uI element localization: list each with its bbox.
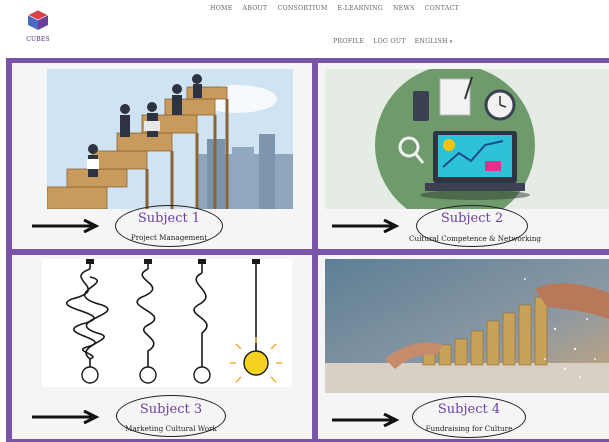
subjects-grid: Subject 1 Project Management Subject 2 C… [6,58,609,442]
coins-growth-photo [325,259,609,393]
nav-e-learning[interactable]: E-LEARNING [338,5,383,12]
cubes-logo[interactable]: CUBES [22,9,54,51]
subject-title[interactable]: Subject 4 [412,402,526,417]
nav-about[interactable]: ABOUT [243,5,268,12]
arrow-right-icon [332,413,400,427]
subject-description: Cultural Competence & Networking [409,234,541,243]
arrow-right-icon [32,219,100,233]
user-nav: PROFILE LOG OUT ENGLISH ▾ [333,38,452,45]
cube-logo-icon [27,9,49,30]
language-label: ENGLISH [414,38,448,45]
nav-news[interactable]: NEWS [393,5,415,12]
laptop-desk-illustration [325,69,609,209]
caret-down-icon: ▾ [449,39,453,45]
arrow-right-icon [32,410,100,424]
subject-card-3[interactable]: Subject 3 Marketing Cultural Work [12,255,312,439]
nav-consortium[interactable]: CONSORTIUM [277,5,327,12]
nav-profile[interactable]: PROFILE [333,38,364,45]
arrow-right-icon [332,219,400,233]
subject-description: Marketing Cultural Work [125,424,217,433]
subject-card-2[interactable]: Subject 2 Cultural Competence & Networki… [318,63,609,249]
lightbulb-tangle-illustration [42,259,292,387]
subject-title[interactable]: Subject 1 [115,211,223,226]
logo-text: CUBES [26,36,50,43]
subject-description: Project Management [130,233,208,242]
subject-description: Fundraising for Culture [425,424,513,433]
subject-title[interactable]: Subject 3 [116,402,226,417]
site-header: CUBES HOME ABOUT CONSORTIUM E-LEARNING N… [0,0,609,58]
nav-contact[interactable]: CONTACT [425,5,459,12]
nav-logout[interactable]: LOG OUT [373,38,405,45]
subject-card-4[interactable]: Subject 4 Fundraising for Culture [318,255,609,439]
main-nav: HOME ABOUT CONSORTIUM E-LEARNING NEWS CO… [210,5,459,12]
stairs-teamwork-illustration [47,69,293,209]
subject-title[interactable]: Subject 2 [416,211,528,226]
subject-card-1[interactable]: Subject 1 Project Management [12,63,312,249]
language-dropdown[interactable]: ENGLISH ▾ [415,38,453,45]
nav-home[interactable]: HOME [210,5,233,12]
